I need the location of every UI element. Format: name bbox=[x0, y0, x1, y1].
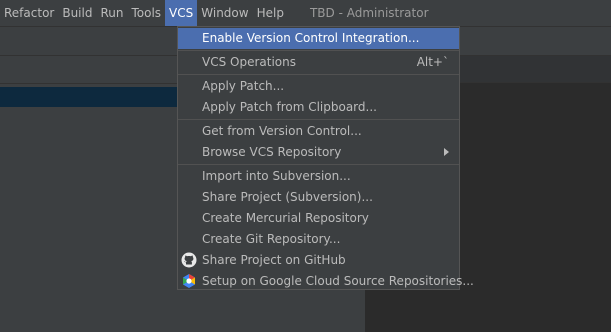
github-icon bbox=[181, 252, 197, 268]
menu-item-share-on-github[interactable]: Share Project on GitHub bbox=[178, 250, 459, 271]
menu-item-shortcut: Alt+` bbox=[416, 55, 449, 69]
menu-item-vcs-operations[interactable]: VCS Operations Alt+` bbox=[178, 52, 459, 73]
menu-item-label: Get from Version Control... bbox=[202, 124, 362, 138]
menu-item-browse-vcs-repository[interactable]: Browse VCS Repository bbox=[178, 142, 459, 163]
menu-item-label: Create Git Repository... bbox=[202, 232, 341, 246]
menu-build[interactable]: Build bbox=[58, 0, 96, 26]
menu-help[interactable]: Help bbox=[253, 0, 288, 26]
menu-vcs[interactable]: VCS bbox=[165, 0, 198, 26]
submenu-arrow-icon bbox=[444, 148, 449, 156]
menu-item-share-project-subversion[interactable]: Share Project (Subversion)... bbox=[178, 187, 459, 208]
menu-tools[interactable]: Tools bbox=[127, 0, 165, 26]
menu-item-label: Apply Patch from Clipboard... bbox=[202, 100, 377, 114]
menu-separator bbox=[178, 50, 459, 51]
window-title: TBD - Administrator bbox=[309, 6, 429, 20]
menu-refactor[interactable]: Refactor bbox=[0, 0, 58, 26]
menu-item-label: VCS Operations bbox=[202, 55, 296, 69]
menu-item-label: Share Project (Subversion)... bbox=[202, 190, 373, 204]
menu-bar: Refactor Build Run Tools VCS Window Help… bbox=[0, 0, 611, 27]
menu-separator bbox=[178, 74, 459, 75]
menu-item-create-git-repository[interactable]: Create Git Repository... bbox=[178, 229, 459, 250]
vcs-menu-dropdown: Enable Version Control Integration... VC… bbox=[177, 26, 474, 292]
google-cloud-icon bbox=[181, 273, 197, 289]
menu-item-label: Import into Subversion... bbox=[202, 169, 351, 183]
menu-item-apply-patch[interactable]: Apply Patch... bbox=[178, 76, 459, 97]
menu-separator bbox=[178, 164, 459, 165]
menu-window[interactable]: Window bbox=[197, 0, 252, 26]
menu-item-setup-google-cloud[interactable]: Setup on Google Cloud Source Repositorie… bbox=[178, 271, 474, 292]
menu-item-label: Browse VCS Repository bbox=[202, 145, 342, 159]
menu-item-label: Create Mercurial Repository bbox=[202, 211, 369, 225]
menu-run[interactable]: Run bbox=[96, 0, 127, 26]
menu-item-enable-vcs-integration[interactable]: Enable Version Control Integration... bbox=[178, 28, 459, 49]
menu-item-apply-patch-clipboard[interactable]: Apply Patch from Clipboard... bbox=[178, 97, 459, 118]
menu-item-import-subversion[interactable]: Import into Subversion... bbox=[178, 166, 459, 187]
menu-item-label: Share Project on GitHub bbox=[202, 253, 346, 267]
menu-item-get-from-vcs[interactable]: Get from Version Control... bbox=[178, 121, 459, 142]
menu-item-create-mercurial-repository[interactable]: Create Mercurial Repository bbox=[178, 208, 459, 229]
menu-item-label: Enable Version Control Integration... bbox=[202, 31, 420, 45]
menu-item-label: Setup on Google Cloud Source Repositorie… bbox=[202, 274, 474, 288]
menu-item-label: Apply Patch... bbox=[202, 79, 285, 93]
menu-separator bbox=[178, 119, 459, 120]
